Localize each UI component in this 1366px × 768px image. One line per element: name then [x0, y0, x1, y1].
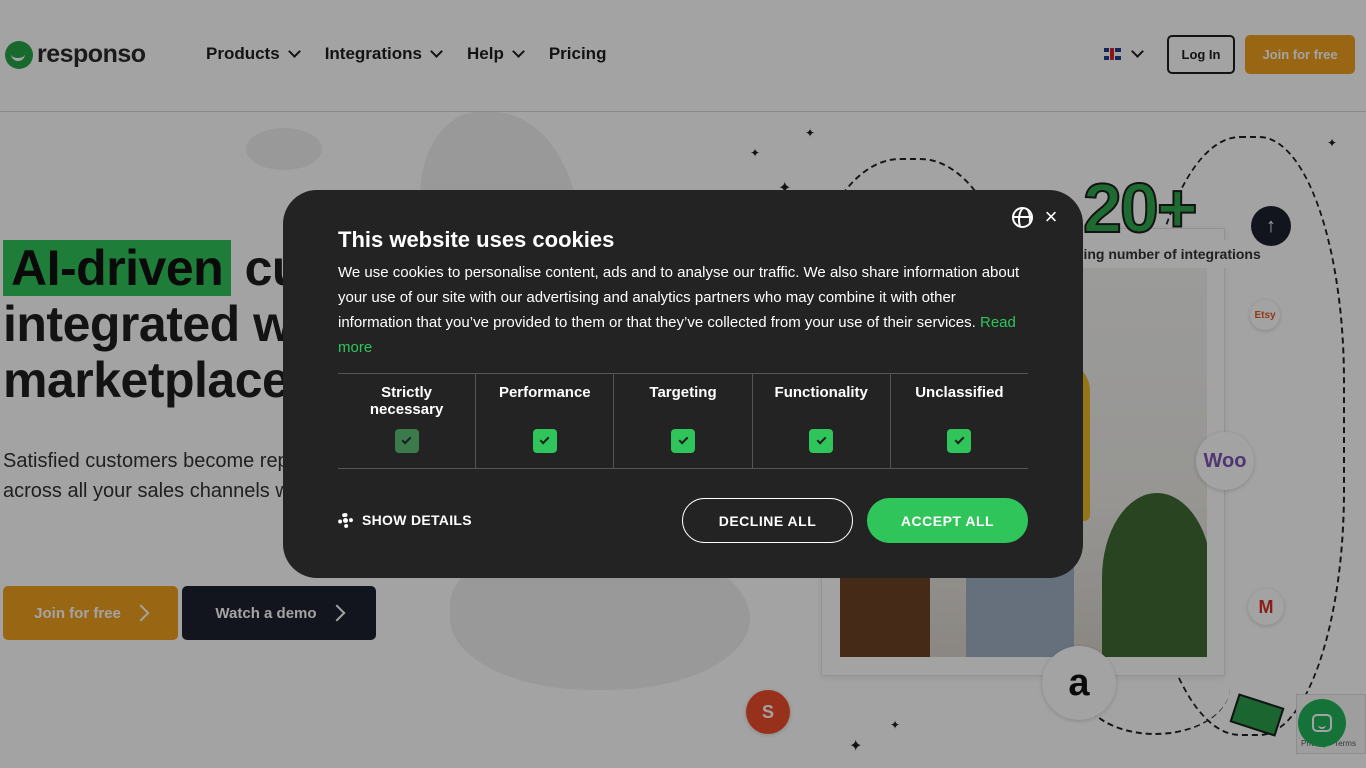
category-unclassified: Unclassified [889, 374, 1028, 468]
close-icon[interactable]: × [1043, 206, 1059, 228]
cookie-dialog-text: We use cookies to personalise content, a… [338, 260, 1028, 360]
cookie-dialog-title: This website uses cookies [338, 227, 615, 252]
category-targeting: Targeting [613, 374, 751, 468]
category-strictly-necessary: Strictly necessary [338, 374, 475, 468]
decline-all-button[interactable]: DECLINE ALL [682, 498, 853, 543]
category-label: Strictly necessary [369, 384, 444, 418]
targeting-checkbox[interactable] [671, 429, 695, 453]
accept-all-button[interactable]: ACCEPT ALL [867, 498, 1028, 543]
gear-icon [338, 512, 353, 528]
cookie-categories: Strictly necessary Performance Targeting… [338, 373, 1028, 469]
category-label: Performance [498, 384, 591, 401]
check-icon [816, 434, 827, 445]
category-functionality: Functionality [751, 374, 890, 468]
check-icon [401, 434, 412, 445]
unclassified-checkbox[interactable] [947, 429, 972, 453]
category-label: Targeting [649, 384, 717, 401]
performance-checkbox[interactable] [532, 429, 557, 453]
check-icon [539, 434, 550, 445]
category-performance: Performance [475, 374, 613, 468]
check-icon [954, 434, 965, 445]
category-label: Functionality [774, 384, 868, 401]
globe-icon[interactable] [1012, 207, 1033, 228]
cookie-consent-dialog: × This website uses cookies We use cooki… [283, 190, 1083, 578]
show-details-label: SHOW DETAILS [362, 512, 472, 528]
category-label: Unclassified [915, 384, 1004, 401]
functionality-checkbox[interactable] [809, 429, 834, 453]
check-icon [678, 434, 688, 445]
show-details-button[interactable]: SHOW DETAILS [338, 512, 472, 528]
cookie-description: We use cookies to personalise content, a… [338, 264, 1020, 331]
strictly-necessary-checkbox [394, 429, 419, 453]
